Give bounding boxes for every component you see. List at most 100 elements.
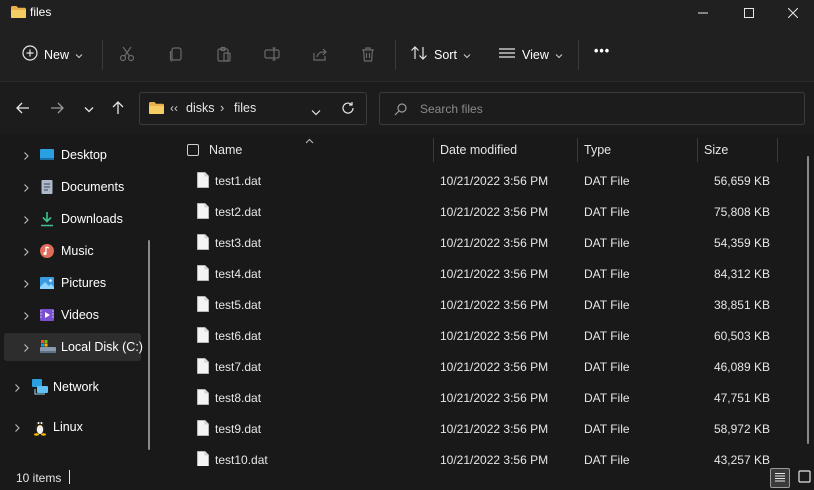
file-list: Name Date modified Type Size test1.dat 10…	[161, 133, 814, 467]
sidebar-item-downloads[interactable]: Downloads	[4, 205, 141, 233]
file-size: 75,808 KB	[713, 205, 770, 219]
cut-icon[interactable]	[119, 46, 135, 65]
sidebar-item-music[interactable]: Music	[4, 237, 141, 265]
maximize-button[interactable]	[726, 0, 772, 26]
command-bar: New Sort View •••	[0, 26, 814, 82]
chevron-down-icon	[75, 48, 83, 62]
sort-button[interactable]: Sort	[410, 45, 471, 64]
file-icon	[197, 327, 209, 343]
view-button[interactable]: View	[498, 45, 563, 64]
new-button[interactable]: New	[22, 45, 83, 64]
file-type: DAT File	[584, 422, 630, 436]
sidebar-item-label: Downloads	[61, 212, 123, 226]
file-date-modified: 10/21/2022 3:56 PM	[440, 453, 549, 467]
file-row[interactable]: test1.dat 10/21/2022 3:56 PM DAT File 56,65…	[161, 166, 801, 197]
up-button[interactable]	[109, 100, 127, 118]
forward-button[interactable]	[48, 100, 66, 118]
chevron-right-icon[interactable]	[21, 214, 31, 224]
breadcrumb-disks[interactable]: disks	[186, 101, 214, 115]
chevron-down-icon[interactable]	[311, 105, 321, 119]
close-button[interactable]	[770, 0, 814, 26]
details-view-button[interactable]	[770, 468, 790, 488]
file-row[interactable]: test9.dat 10/21/2022 3:56 PM DAT File 58,97…	[161, 414, 801, 445]
file-row[interactable]: test5.dat 10/21/2022 3:56 PM DAT File 38,85…	[161, 290, 801, 321]
column-header-name[interactable]: Name	[209, 143, 242, 157]
chevron-right-icon[interactable]	[21, 150, 31, 160]
large-icons-view-button[interactable]	[794, 468, 814, 488]
breadcrumb-files[interactable]: files	[234, 101, 256, 115]
sidebar-item-pictures[interactable]: Pictures	[4, 269, 141, 297]
chevron-right-icon[interactable]	[21, 278, 31, 288]
file-type: DAT File	[584, 174, 630, 188]
more-options-button[interactable]: •••	[594, 44, 610, 58]
file-size: 54,359 KB	[713, 236, 770, 250]
select-all-checkbox[interactable]	[187, 144, 199, 156]
search-box[interactable]	[379, 92, 805, 125]
chevron-right-icon[interactable]	[12, 382, 22, 392]
chevron-right-icon[interactable]	[21, 310, 31, 320]
file-row[interactable]: test3.dat 10/21/2022 3:56 PM DAT File 54,35…	[161, 228, 801, 259]
column-divider[interactable]	[577, 138, 578, 162]
sidebar-item-label: Music	[61, 244, 94, 258]
recent-locations-button[interactable]	[80, 100, 98, 118]
window-title: files	[30, 5, 52, 19]
share-icon[interactable]	[312, 46, 328, 65]
desktop-icon	[39, 147, 55, 163]
file-row[interactable]: test2.dat 10/21/2022 3:56 PM DAT File 75,80…	[161, 197, 801, 228]
column-header-type[interactable]: Type	[584, 143, 611, 157]
column-divider[interactable]	[433, 138, 434, 162]
chevron-down-icon	[555, 48, 563, 62]
rename-icon[interactable]	[264, 46, 280, 65]
sidebar-item-local-disk[interactable]: Local Disk (C:)	[4, 333, 143, 361]
file-type: DAT File	[584, 236, 630, 250]
new-label: New	[44, 47, 70, 62]
search-input[interactable]	[420, 101, 790, 117]
file-row[interactable]: test7.dat 10/21/2022 3:56 PM DAT File 46,08…	[161, 352, 801, 383]
sidebar-item-linux[interactable]: Linux	[4, 413, 141, 441]
chevron-right-icon[interactable]	[12, 422, 22, 432]
delete-icon[interactable]	[360, 46, 376, 65]
sidebar-item-network[interactable]: Network	[4, 373, 141, 401]
chevron-right-icon[interactable]	[21, 246, 31, 256]
chevron-right-icon[interactable]	[21, 342, 31, 352]
column-divider[interactable]	[697, 138, 698, 162]
file-list-scrollbar[interactable]	[807, 156, 809, 444]
refresh-icon[interactable]	[341, 101, 355, 118]
breadcrumb-overflow[interactable]: ‹‹	[170, 101, 178, 115]
sort-ascending-icon	[305, 133, 314, 147]
sidebar-item-desktop[interactable]: Desktop	[4, 141, 141, 169]
file-type: DAT File	[584, 298, 630, 312]
copy-icon[interactable]	[168, 46, 184, 65]
column-divider[interactable]	[777, 138, 778, 162]
file-row[interactable]: test8.dat 10/21/2022 3:56 PM DAT File 47,75…	[161, 383, 801, 414]
file-icon	[197, 172, 209, 188]
videos-icon	[39, 307, 55, 323]
column-header-date[interactable]: Date modified	[440, 143, 517, 157]
file-size: 43,257 KB	[713, 453, 770, 467]
view-icon	[498, 45, 516, 64]
file-icon	[197, 234, 209, 250]
file-size: 60,503 KB	[713, 329, 770, 343]
folder-icon	[10, 5, 27, 19]
search-icon	[394, 103, 407, 119]
sidebar-item-label: Network	[53, 380, 99, 394]
breadcrumb-separator: ›	[220, 100, 225, 115]
downloads-icon	[39, 211, 55, 227]
details-view-icon	[774, 471, 786, 486]
minimize-button[interactable]	[680, 0, 726, 26]
file-name: test10.dat	[215, 453, 268, 467]
network-icon	[31, 378, 48, 395]
column-header-size[interactable]: Size	[704, 143, 728, 157]
file-row[interactable]: test4.dat 10/21/2022 3:56 PM DAT File 84,31…	[161, 259, 801, 290]
sidebar-item-documents[interactable]: Documents	[4, 173, 141, 201]
sidebar-item-videos[interactable]: Videos	[4, 301, 141, 329]
back-button[interactable]	[14, 100, 32, 118]
file-row[interactable]: test6.dat 10/21/2022 3:56 PM DAT File 60,50…	[161, 321, 801, 352]
arrow-right-icon	[50, 102, 64, 117]
paste-icon[interactable]	[216, 46, 232, 65]
arrow-left-icon	[16, 102, 30, 117]
sidebar-scrollbar[interactable]	[148, 240, 150, 450]
chevron-right-icon[interactable]	[21, 182, 31, 192]
address-bar[interactable]: ‹‹ disks › files	[139, 92, 367, 125]
sidebar-item-label: Documents	[61, 180, 125, 194]
